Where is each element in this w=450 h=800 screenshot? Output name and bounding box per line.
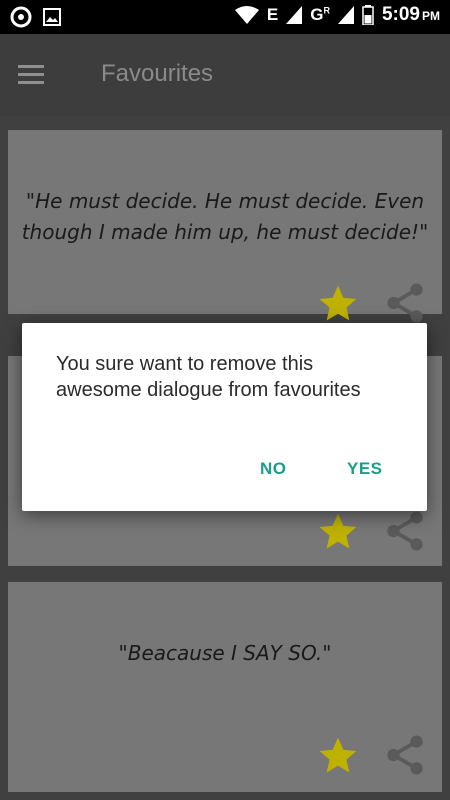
quote-text: "Beacause I SAY SO." xyxy=(118,641,332,665)
page-title: Favourites xyxy=(101,60,214,87)
wifi-icon xyxy=(234,6,259,24)
clock: 5:09 PM xyxy=(381,4,440,25)
status-bar: E GR 5:09 PM xyxy=(0,0,450,34)
signal-icon-1 xyxy=(286,6,303,24)
hamburger-menu-icon[interactable] xyxy=(18,60,58,90)
favourite-star-icon[interactable] xyxy=(316,734,360,778)
favourite-star-icon[interactable] xyxy=(316,282,360,326)
battery-icon xyxy=(362,5,374,25)
network-type-e: E xyxy=(266,5,279,24)
share-icon[interactable] xyxy=(382,508,428,554)
yes-button[interactable]: YES xyxy=(347,459,383,479)
app-notification-icon xyxy=(10,6,32,28)
quote-card[interactable]: "Beacause I SAY SO." xyxy=(8,582,442,792)
share-icon[interactable] xyxy=(382,732,428,778)
remove-favourite-dialog: You sure want to remove this awesome dia… xyxy=(22,323,427,511)
dialog-message: You sure want to remove this awesome dia… xyxy=(56,353,361,401)
signal-icon-2 xyxy=(337,6,354,24)
favourite-star-icon[interactable] xyxy=(316,510,360,554)
image-notification-icon xyxy=(43,8,61,26)
no-button[interactable]: NO xyxy=(260,459,287,479)
quote-text: "He must decide. He must decide. Even th… xyxy=(21,189,429,244)
network-type-g: GR xyxy=(310,5,330,24)
share-icon[interactable] xyxy=(382,280,428,326)
app-bar: Favourites xyxy=(0,34,450,116)
quote-card[interactable]: "He must decide. He must decide. Even th… xyxy=(8,130,442,323)
